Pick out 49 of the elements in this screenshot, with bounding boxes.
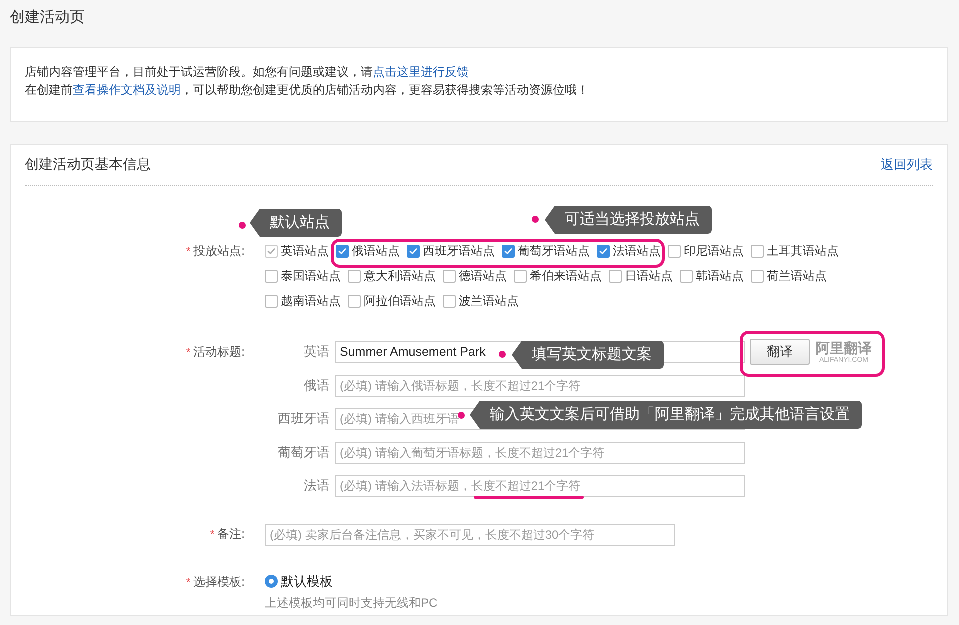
site-checkbox[interactable]: 日语站点 — [609, 268, 673, 285]
site-checkbox[interactable]: 越南语站点 — [265, 293, 341, 310]
notice-text: 在创建前 — [25, 83, 73, 97]
callout-tooltip: 默认站点 — [250, 209, 342, 237]
field-label: 活动标题: — [194, 345, 245, 359]
remark-input[interactable]: (必填) 卖家后台备注信息，买家不可见，长度不超过30个字符 — [265, 524, 675, 546]
site-checkbox[interactable]: 希伯来语站点 — [514, 268, 602, 285]
field-label: 备注: — [218, 526, 245, 540]
callout-tooltip: 填写英文标题文案 — [512, 341, 664, 369]
site-checkbox[interactable]: 意大利语站点 — [348, 268, 436, 285]
callout-tooltip: 可适当选择投放站点 — [545, 206, 712, 234]
notice-text: ，可以帮助您创建更优质的店铺活动内容，更容易获得搜索等活动资源位哦！ — [181, 83, 589, 97]
notice-link[interactable]: 点击这里进行反馈 — [373, 65, 469, 79]
site-checkbox[interactable]: 泰国语站点 — [265, 268, 341, 285]
title-input[interactable]: (必填) 请输入葡萄牙语标题，长度不超过21个字符 — [335, 442, 745, 464]
notice-text: 店铺内容管理平台，目前处于试运营阶段。如您有问题或建议，请 — [25, 65, 373, 79]
language-label: 葡萄牙语 — [277, 444, 330, 462]
required-mark: * — [210, 528, 215, 540]
section-title: 创建活动页基本信息 — [25, 156, 151, 174]
site-checkbox[interactable]: 法语站点 — [597, 243, 661, 260]
site-checkbox[interactable]: 西班牙语站点 — [407, 243, 495, 260]
site-checkbox[interactable]: 葡萄牙语站点 — [502, 243, 590, 260]
translate-button[interactable]: 翻译 — [750, 339, 810, 365]
page-title: 创建活动页 — [10, 8, 86, 28]
site-checkbox[interactable]: 俄语站点 — [336, 243, 400, 260]
site-checkbox[interactable]: 德语站点 — [443, 268, 507, 285]
required-mark: * — [186, 246, 191, 258]
site-checkbox[interactable]: 阿拉伯语站点 — [348, 293, 436, 310]
site-checkbox[interactable]: 土耳其语站点 — [751, 243, 839, 260]
site-checkbox[interactable]: 波兰语站点 — [443, 293, 519, 310]
field-label: 选择模板: — [194, 574, 245, 588]
notice-link[interactable]: 查看操作文档及说明 — [73, 83, 181, 97]
site-checkbox[interactable]: 印尼语站点 — [668, 243, 744, 260]
title-input[interactable]: (必填) 请输入俄语标题，长度不超过21个字符 — [335, 374, 745, 396]
required-mark: * — [186, 347, 191, 359]
language-label: 西班牙语 — [277, 410, 330, 428]
language-label: 法语 — [303, 477, 330, 495]
hint-text: 上述模板均可同时支持无线和PC — [265, 594, 438, 612]
field-label: 投放站点: — [194, 244, 245, 258]
title-input[interactable]: (必填) 请输入法语标题，长度不超过21个字符 — [335, 475, 745, 497]
back-link[interactable]: 返回列表 — [881, 156, 933, 174]
required-mark: * — [186, 576, 191, 588]
site-checkbox[interactable]: 韩语站点 — [680, 268, 744, 285]
logo-name: 阿里翻译 — [816, 340, 872, 354]
site-checkbox[interactable]: 荷兰语站点 — [751, 268, 827, 285]
language-label: 英语 — [303, 343, 330, 361]
callout-tooltip: 输入英文文案后可借助「阿里翻译」完成其他语言设置 — [470, 401, 862, 429]
language-label: 俄语 — [303, 376, 330, 394]
template-radio[interactable]: 默认模板 — [265, 572, 438, 590]
